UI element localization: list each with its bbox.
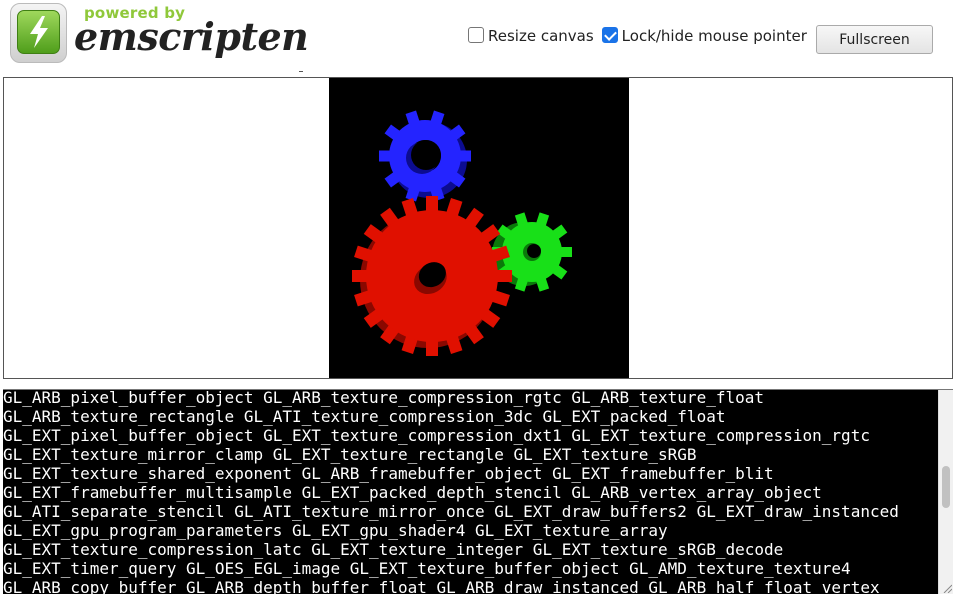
lock-pointer-option[interactable]: Lock/hide mouse pointer bbox=[601, 27, 807, 45]
resize-canvas-label: Resize canvas bbox=[488, 27, 594, 45]
resize-canvas-option[interactable]: Resize canvas bbox=[468, 27, 594, 45]
console-line: GL_ARB_copy_buffer GL_ARB_depth_buffer_f… bbox=[3, 578, 880, 594]
fullscreen-button[interactable]: Fullscreen bbox=[816, 25, 933, 54]
console-line: GL_EXT_texture_shared_exponent GL_ARB_fr… bbox=[3, 464, 774, 483]
console-line: GL_EXT_gpu_program_parameters GL_EXT_gpu… bbox=[3, 521, 668, 540]
console-line: GL_EXT_texture_compression_latc GL_EXT_t… bbox=[3, 540, 784, 559]
console-line: GL_EXT_timer_query GL_OES_EGL_image GL_E… bbox=[3, 559, 851, 578]
console-scrollbar[interactable] bbox=[938, 390, 953, 594]
output-console[interactable]: GL_ARB_pixel_buffer_object GL_ARB_textur… bbox=[3, 389, 953, 594]
lock-pointer-label: Lock/hide mouse pointer bbox=[621, 27, 807, 45]
logo-wordmark: emscripten bbox=[74, 14, 309, 59]
red-gear bbox=[352, 196, 512, 356]
console-line: GL_ATI_separate_stencil GL_ATI_texture_m… bbox=[3, 502, 899, 521]
canvas-controls: Resize canvas Lock/hide mouse pointer bbox=[468, 27, 807, 45]
emscripten-logo-icon bbox=[10, 3, 67, 63]
console-line: GL_EXT_framebuffer_multisample GL_EXT_pa… bbox=[3, 483, 822, 502]
lightning-icon bbox=[17, 10, 60, 54]
gl-canvas[interactable] bbox=[329, 78, 629, 378]
blue-gear bbox=[379, 110, 471, 202]
scrollbar-thumb[interactable] bbox=[942, 466, 950, 508]
console-output: GL_ARB_pixel_buffer_object GL_ARB_textur… bbox=[3, 389, 938, 594]
progress-indicator bbox=[299, 71, 303, 72]
lock-pointer-checkbox[interactable] bbox=[601, 27, 618, 43]
console-line: GL_ARB_pixel_buffer_object GL_ARB_textur… bbox=[3, 389, 764, 407]
canvas-container bbox=[3, 77, 953, 379]
resize-grip-icon[interactable] bbox=[942, 583, 952, 593]
resize-canvas-checkbox[interactable] bbox=[468, 27, 484, 43]
console-line: GL_EXT_texture_mirror_clamp GL_EXT_textu… bbox=[3, 445, 697, 464]
console-line: GL_EXT_pixel_buffer_object GL_EXT_textur… bbox=[3, 426, 870, 445]
console-line: GL_ARB_texture_rectangle GL_ATI_texture_… bbox=[3, 407, 726, 426]
